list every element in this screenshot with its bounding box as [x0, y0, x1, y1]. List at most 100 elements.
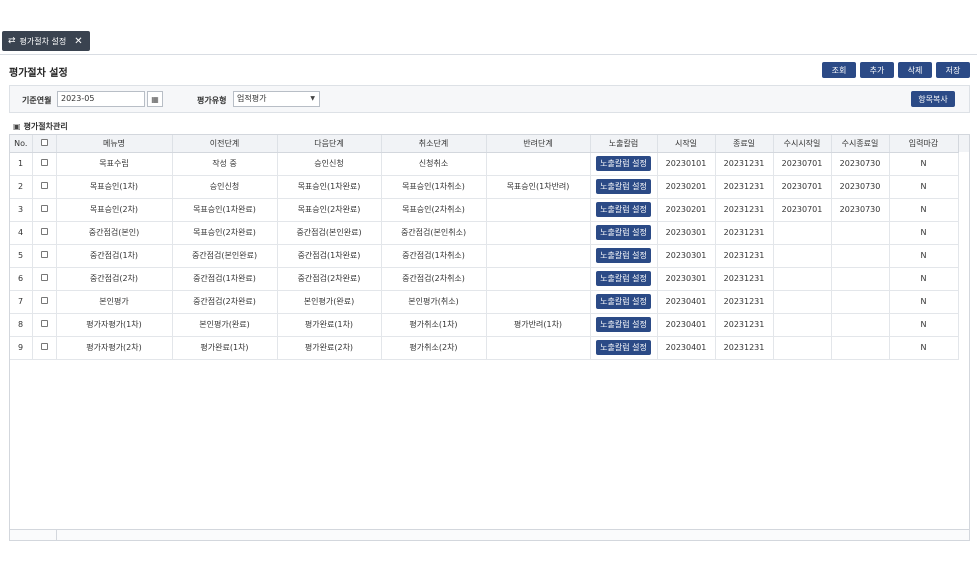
- checkbox-cell[interactable]: [32, 336, 57, 360]
- expose-column-button[interactable]: 노출칼럼 설정: [596, 317, 651, 332]
- expose-column-button[interactable]: 노출칼럼 설정: [596, 294, 651, 309]
- menu-cell[interactable]: 목표승인(2차): [56, 198, 173, 222]
- horizontal-scrollbar[interactable]: [10, 529, 969, 540]
- no-cell[interactable]: 5: [10, 244, 33, 268]
- reject-step-cell[interactable]: [486, 244, 591, 268]
- checkbox-cell[interactable]: [32, 244, 57, 268]
- col-adhoc-start[interactable]: 수시시작일: [773, 135, 832, 153]
- adhoc-start-cell[interactable]: 20230701: [773, 175, 832, 199]
- row-checkbox[interactable]: [40, 182, 48, 189]
- end-date-cell[interactable]: 20231231: [715, 244, 774, 268]
- end-date-cell[interactable]: 20231231: [715, 221, 774, 245]
- no-cell[interactable]: 7: [10, 290, 33, 314]
- expose-column-button[interactable]: 노출칼럼 설정: [596, 225, 651, 240]
- menu-cell[interactable]: 본인평가: [56, 290, 173, 314]
- calendar-icon[interactable]: ▦: [147, 91, 163, 107]
- col-prev[interactable]: 이전단계: [172, 135, 278, 153]
- start-date-cell[interactable]: 20230401: [657, 290, 716, 314]
- row-checkbox[interactable]: [40, 159, 48, 166]
- start-date-cell[interactable]: 20230301: [657, 221, 716, 245]
- col-deadline[interactable]: 입력마감: [889, 135, 959, 153]
- start-date-cell[interactable]: 20230201: [657, 198, 716, 222]
- table-row[interactable]: 9 평가자평가(2차) 평가완료(1차) 평가완료(2차) 평가취소(2차) 노출칼럼 설…: [10, 336, 959, 360]
- col-start[interactable]: 시작일: [657, 135, 716, 153]
- cancel-step-cell[interactable]: 본인평가(취소): [381, 290, 487, 314]
- adhoc-end-cell[interactable]: 20230730: [831, 175, 890, 199]
- deadline-cell[interactable]: N: [889, 198, 959, 222]
- expose-column-button[interactable]: 노출칼럼 설정: [596, 202, 651, 217]
- col-no[interactable]: No.: [10, 135, 33, 153]
- deadline-cell[interactable]: N: [889, 336, 959, 360]
- end-date-cell[interactable]: 20231231: [715, 198, 774, 222]
- row-checkbox[interactable]: [40, 205, 48, 212]
- adhoc-end-cell[interactable]: [831, 244, 890, 268]
- adhoc-end-cell[interactable]: [831, 267, 890, 291]
- start-date-cell[interactable]: 20230301: [657, 244, 716, 268]
- cancel-step-cell[interactable]: 목표승인(2차취소): [381, 198, 487, 222]
- adhoc-start-cell[interactable]: 20230701: [773, 152, 832, 176]
- next-step-cell[interactable]: 평가완료(2차): [277, 336, 382, 360]
- cancel-step-cell[interactable]: 신청취소: [381, 152, 487, 176]
- cancel-step-cell[interactable]: 목표승인(1차취소): [381, 175, 487, 199]
- menu-cell[interactable]: 중간점검(2차): [56, 267, 173, 291]
- deadline-cell[interactable]: N: [889, 175, 959, 199]
- adhoc-start-cell[interactable]: [773, 244, 832, 268]
- adhoc-end-cell[interactable]: 20230730: [831, 152, 890, 176]
- expose-column-cell[interactable]: 노출칼럼 설정: [590, 290, 658, 314]
- search-button[interactable]: 조회: [822, 62, 856, 78]
- checkbox-cell[interactable]: [32, 221, 57, 245]
- adhoc-end-cell[interactable]: [831, 336, 890, 360]
- no-cell[interactable]: 8: [10, 313, 33, 337]
- row-checkbox[interactable]: [40, 343, 48, 350]
- deadline-cell[interactable]: N: [889, 267, 959, 291]
- adhoc-end-cell[interactable]: 20230730: [831, 198, 890, 222]
- prev-step-cell[interactable]: 목표승인(2차완료): [172, 221, 278, 245]
- checkbox-cell[interactable]: [32, 152, 57, 176]
- start-date-cell[interactable]: 20230401: [657, 313, 716, 337]
- reject-step-cell[interactable]: [486, 336, 591, 360]
- end-date-cell[interactable]: 20231231: [715, 175, 774, 199]
- deadline-cell[interactable]: N: [889, 221, 959, 245]
- adhoc-start-cell[interactable]: [773, 336, 832, 360]
- reject-step-cell[interactable]: [486, 221, 591, 245]
- menu-cell[interactable]: 중간점검(본인): [56, 221, 173, 245]
- row-checkbox[interactable]: [40, 274, 48, 281]
- table-row[interactable]: 3 목표승인(2차) 목표승인(1차완료) 목표승인(2차완료) 목표승인(2차취소) 노…: [10, 198, 959, 222]
- save-button[interactable]: 저장: [936, 62, 970, 78]
- col-adhoc-end[interactable]: 수시종료일: [831, 135, 890, 153]
- start-date-cell[interactable]: 20230201: [657, 175, 716, 199]
- cancel-step-cell[interactable]: 평가취소(2차): [381, 336, 487, 360]
- prev-step-cell[interactable]: 중간점검(본인완료): [172, 244, 278, 268]
- col-menu[interactable]: 메뉴명: [56, 135, 173, 153]
- expose-column-cell[interactable]: 노출칼럼 설정: [590, 336, 658, 360]
- eval-type-select[interactable]: 업적평가 ▼: [233, 91, 320, 107]
- start-date-cell[interactable]: 20230101: [657, 152, 716, 176]
- cancel-step-cell[interactable]: 평가취소(1차): [381, 313, 487, 337]
- reject-step-cell[interactable]: 목표승인(1차반려): [486, 175, 591, 199]
- reject-step-cell[interactable]: 평가반려(1차): [486, 313, 591, 337]
- reject-step-cell[interactable]: [486, 267, 591, 291]
- menu-cell[interactable]: 평가자평가(1차): [56, 313, 173, 337]
- expose-column-cell[interactable]: 노출칼럼 설정: [590, 175, 658, 199]
- expose-column-cell[interactable]: 노출칼럼 설정: [590, 244, 658, 268]
- reject-step-cell[interactable]: [486, 152, 591, 176]
- end-date-cell[interactable]: 20231231: [715, 336, 774, 360]
- deadline-cell[interactable]: N: [889, 244, 959, 268]
- expose-column-cell[interactable]: 노출칼럼 설정: [590, 152, 658, 176]
- expose-column-button[interactable]: 노출칼럼 설정: [596, 271, 651, 286]
- tab-eval-procedure[interactable]: ⇄ 평가절차 설정 ✕: [2, 31, 90, 51]
- expose-column-button[interactable]: 노출칼럼 설정: [596, 179, 651, 194]
- expose-column-cell[interactable]: 노출칼럼 설정: [590, 221, 658, 245]
- next-step-cell[interactable]: 평가완료(1차): [277, 313, 382, 337]
- add-button[interactable]: 추가: [860, 62, 894, 78]
- table-row[interactable]: 8 평가자평가(1차) 본인평가(완료) 평가완료(1차) 평가취소(1차) 평가반려(1…: [10, 313, 959, 337]
- menu-cell[interactable]: 목표수립: [56, 152, 173, 176]
- row-checkbox[interactable]: [40, 320, 48, 327]
- adhoc-end-cell[interactable]: [831, 313, 890, 337]
- reject-step-cell[interactable]: [486, 290, 591, 314]
- checkbox-cell[interactable]: [32, 290, 57, 314]
- row-checkbox[interactable]: [40, 251, 48, 258]
- cancel-step-cell[interactable]: 중간점검(2차취소): [381, 267, 487, 291]
- start-date-cell[interactable]: 20230301: [657, 267, 716, 291]
- col-cancel[interactable]: 취소단계: [381, 135, 487, 153]
